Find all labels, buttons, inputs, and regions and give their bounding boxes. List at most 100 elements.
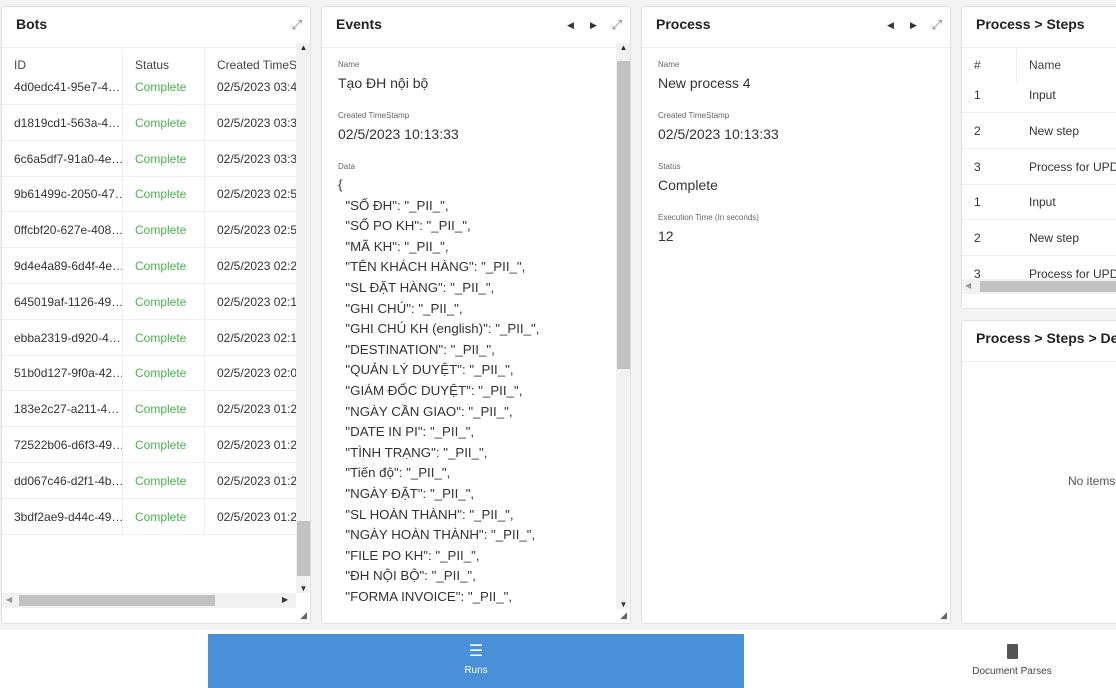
table-row[interactable]: 9b61499c-2050-47… Complete 02/5/2023 02:55 (2, 176, 296, 213)
step-number: 3 (974, 159, 981, 174)
table-row[interactable]: 1 Input (962, 184, 1116, 221)
json-line: "SL HOÀN THÀNH": "_PII_", (338, 506, 514, 522)
step-number: 2 (974, 123, 981, 138)
bot-status: Complete (123, 212, 205, 249)
bot-status: Complete (123, 140, 205, 177)
bot-status: Complete (123, 355, 205, 392)
step-name: New step (1029, 123, 1080, 138)
bot-created: 02/5/2023 01:20 (217, 509, 296, 524)
json-line: "SL ĐẶT HÀNG": "_PII_", (338, 279, 495, 295)
bot-status: Complete (123, 283, 205, 320)
json-line: "DESTINATION": "_PII_", (338, 341, 495, 357)
panel-title: Process > Steps > Deta (976, 330, 1116, 346)
status-label: Status (658, 162, 681, 171)
json-line: "Tiến độ": "_PII_", (338, 465, 451, 481)
table-row[interactable]: 4d0edc41-95e7-4… Complete 02/5/2023 03:42 (2, 69, 296, 105)
table-row[interactable]: d1819cd1-563a-4… Complete 02/5/2023 03:37 (2, 104, 296, 141)
bot-status: Complete (123, 391, 205, 428)
json-line: "TÌNH TRẠNG": "_PII_", (338, 444, 488, 460)
next-icon[interactable]: ▶ (910, 20, 917, 31)
previous-icon[interactable]: ◀ (567, 20, 574, 31)
exec-time-label: Execution Time (In seconds) (658, 213, 759, 222)
step-number: 1 (974, 195, 981, 210)
bot-id: 0ffcbf20-627e-408… (2, 212, 123, 249)
expand-icon[interactable]: ⤢ (932, 17, 942, 33)
table-row[interactable]: dd067c46-d2f1-4b… Complete 02/5/2023 01:21 (2, 462, 296, 499)
name-label: Name (658, 60, 680, 69)
bot-id: 51b0d127-9f0a-42… (2, 355, 123, 392)
events-panel: Events ◀ ▶ ⤢ Name Tạo ĐH nội bộ Created … (321, 6, 631, 624)
table-row[interactable]: 0ffcbf20-627e-408… Complete 02/5/2023 02:5… (2, 212, 296, 249)
json-line: "NGÀY ĐẶT": "_PII_", (338, 485, 475, 501)
resize-handle[interactable]: ◢ (300, 610, 307, 621)
table-row[interactable]: 3bdf2ae9-d44c-49… Complete 02/5/2023 01:20 (2, 498, 296, 535)
bot-id: ebba2319-d920-4… (2, 319, 123, 356)
step-name: Input (1029, 195, 1056, 210)
panel-title: Events (336, 16, 382, 32)
step-number: 1 (974, 88, 981, 102)
tab-document-parses[interactable]: Document Parses (912, 634, 1112, 688)
bot-created: 02/5/2023 02:17 (217, 294, 296, 309)
vertical-scrollbar[interactable]: ▲ ▼ (616, 43, 630, 609)
bot-created: 02/5/2023 02:15 (217, 330, 296, 345)
json-line: { (338, 177, 343, 192)
step-name: New step (1029, 231, 1080, 246)
bot-status: Complete (123, 498, 205, 535)
next-icon[interactable]: ▶ (590, 20, 597, 31)
expand-icon[interactable]: ⤢ (292, 17, 302, 33)
table-row[interactable]: 9d4e4a89-6d4f-4e… Complete 02/5/2023 02:26 (2, 248, 296, 284)
previous-icon[interactable]: ◀ (887, 20, 894, 31)
bot-status: Complete (123, 176, 205, 213)
resize-handle[interactable]: ◢ (620, 610, 627, 621)
table-row[interactable]: 72522b06-d6f3-49… Complete 02/5/2023 01:21 (2, 427, 296, 463)
bot-id: 9b61499c-2050-47… (2, 176, 123, 213)
bot-id: 72522b06-d6f3-49… (2, 427, 123, 463)
json-line: "QUẢN LÝ DUYỆT": "_PII_", (338, 362, 514, 378)
process-status: Complete (658, 177, 718, 193)
bot-id: dd067c46-d2f1-4b… (2, 462, 123, 499)
event-created: 02/5/2023 10:13:33 (338, 126, 459, 142)
table-row[interactable]: 645019af-1126-49… Complete 02/5/2023 02:17 (2, 283, 296, 320)
tab-runs[interactable]: ☰ Runs (208, 634, 744, 688)
table-row[interactable]: 2 New step (962, 113, 1116, 149)
tab-label: Document Parses (972, 666, 1052, 677)
vertical-scrollbar[interactable]: ▲ ▼ (296, 43, 310, 593)
bot-id: 6c6a5df7-91a0-4e… (2, 140, 123, 177)
resize-handle[interactable]: ◢ (940, 610, 947, 621)
bot-status: Complete (123, 248, 205, 284)
bot-id: 183e2c27-a211-4… (2, 391, 123, 428)
table-row[interactable]: 3 Process for UPDA (962, 149, 1116, 185)
bot-created: 02/5/2023 02:07 (217, 366, 296, 381)
step-name: Input (1029, 88, 1056, 102)
pdf-file-icon (1006, 644, 1018, 659)
panel-title: Process (656, 16, 711, 32)
table-row[interactable]: 2 New step (962, 220, 1116, 257)
step-name: Process for UPDA (1029, 159, 1116, 174)
table-row[interactable]: ebba2319-d920-4… Complete 02/5/2023 02:15 (2, 319, 296, 356)
event-name: Tạo ĐH nội bộ (338, 75, 429, 91)
bot-created: 02/5/2023 03:42 (217, 80, 296, 94)
table-row[interactable]: 1 Input (962, 77, 1116, 113)
bot-id: 9d4e4a89-6d4f-4e… (2, 248, 123, 284)
json-line: "GHI CHÚ KH (english)": "_PII_", (338, 321, 540, 337)
json-line: "SỐ PO KH": "_PII_", (338, 218, 471, 234)
exec-time: 12 (658, 228, 674, 244)
panel-title: Process > Steps (976, 16, 1085, 32)
name-label: Name (338, 60, 360, 69)
json-line: "GHI CHÚ": "_PII_", (338, 300, 463, 316)
table-row[interactable]: 6c6a5df7-91a0-4e… Complete 02/5/2023 03:32 (2, 140, 296, 177)
bot-status: Complete (123, 462, 205, 499)
bot-status: Complete (123, 427, 205, 463)
table-row[interactable]: 183e2c27-a211-4… Complete 02/5/2023 01:22 (2, 391, 296, 428)
panel-title: Bots (16, 16, 48, 32)
expand-icon[interactable]: ⤢ (612, 17, 622, 33)
process-name: New process 4 (658, 75, 751, 91)
horizontal-scrollbar[interactable]: ◀ ▶ (2, 593, 296, 608)
process-created: 02/5/2023 10:13:33 (658, 126, 779, 142)
tab-label: Runs (464, 665, 488, 676)
bot-created: 02/5/2023 01:21 (217, 438, 296, 452)
step-number: 2 (974, 231, 981, 246)
bot-status: Complete (123, 69, 205, 105)
horizontal-scrollbar[interactable]: ◀ (962, 279, 1116, 294)
table-row[interactable]: 51b0d127-9f0a-42… Complete 02/5/2023 02:07 (2, 355, 296, 392)
